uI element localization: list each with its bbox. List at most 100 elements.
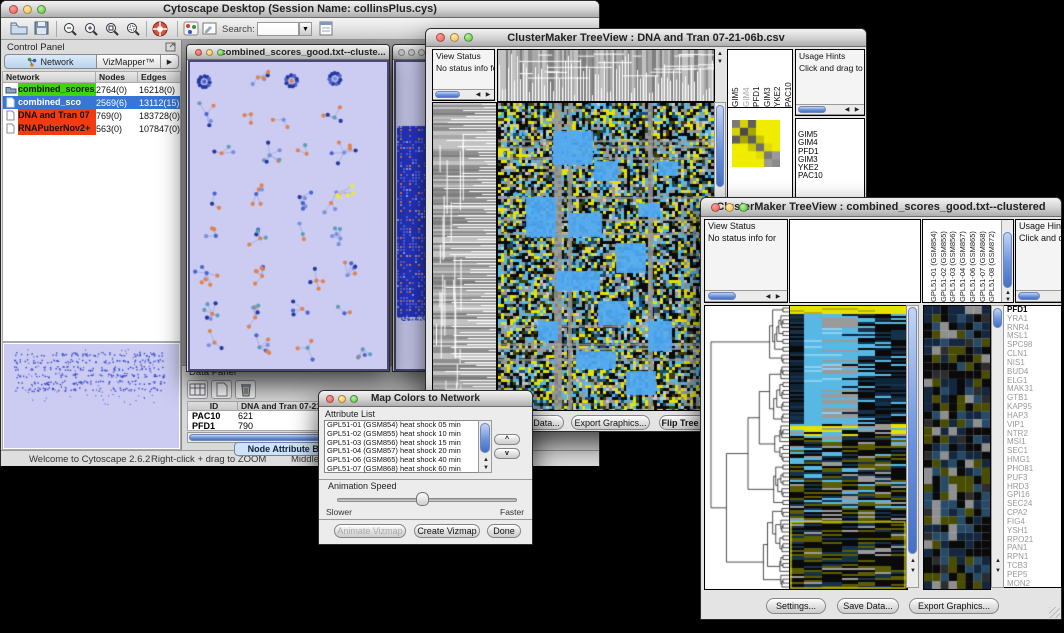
vizmap-nodes-icon[interactable] [183, 21, 199, 36]
gene-label[interactable]: NTR2 [1007, 430, 1061, 439]
create-vizmap-button[interactable]: Create Vizmap [414, 524, 480, 538]
gene-label[interactable]: SEC24 [1007, 500, 1061, 509]
zoom-fit-icon[interactable] [104, 21, 121, 37]
scrollbar-thumb[interactable] [798, 106, 826, 113]
table-row[interactable]: RNAPuberNov2+ 563(0) 107847(0) [3, 122, 180, 135]
col-label[interactable]: GPL51-06 (GSM865) [968, 220, 978, 302]
tv2-vscrollbar[interactable]: ▲ ▼ [906, 305, 919, 588]
gene-label[interactable]: PAN1 [1007, 544, 1061, 553]
scroll-left-icon[interactable]: ◀ [473, 92, 483, 99]
treeview2-titlebar[interactable]: ClusterMaker TreeView : combined_scores_… [701, 198, 1061, 217]
row-label[interactable]: PAC10 [798, 172, 864, 180]
gene-label[interactable]: CPA2 [1007, 509, 1061, 518]
gene-label[interactable]: CLN1 [1007, 350, 1061, 359]
animate-vizmap-button[interactable]: Animate Vizmap [334, 524, 406, 538]
treeview1-titlebar[interactable]: ClusterMaker TreeView : DNA and Tran 07-… [426, 29, 866, 47]
col-label[interactable]: YKE2 [773, 50, 784, 107]
open-file-icon[interactable] [10, 21, 28, 35]
close-button[interactable] [436, 33, 445, 42]
tv2-row-dendrogram[interactable] [704, 305, 790, 590]
table-row-selected[interactable]: combined_sco 2569(6) 13112(15) [3, 96, 180, 109]
attribute-list-item[interactable]: GPL51-07 (GSM868) heat shock 60 min [325, 465, 491, 474]
delete-attribute-button[interactable] [235, 380, 256, 399]
col-label[interactable]: GIM4 [742, 50, 753, 107]
tv2-heatmap[interactable] [789, 305, 908, 590]
col-label[interactable]: GPL51-03 (GSM856) [948, 220, 958, 302]
gene-label[interactable]: MSL1 [1007, 332, 1061, 341]
attribute-list-item[interactable]: GPL51-04 (GSM857) heat shock 20 min [325, 447, 491, 456]
scroll-up-icon[interactable]: ▲ [715, 51, 725, 58]
tab-more-button[interactable]: ▶ [161, 54, 179, 69]
zoom-in-icon[interactable] [83, 21, 100, 37]
column-header-network[interactable]: Network [3, 72, 96, 82]
gene-label[interactable]: SEC1 [1007, 447, 1061, 456]
close-button[interactable] [326, 395, 334, 403]
save-icon[interactable] [34, 21, 49, 35]
export-graphics-button[interactable]: Export Graphics... [909, 598, 999, 614]
gene-label[interactable]: PEP5 [1007, 571, 1061, 580]
gene-label[interactable]: PFD1 [1007, 306, 1061, 315]
gene-label[interactable]: PHO81 [1007, 465, 1061, 474]
column-header-nodes[interactable]: Nodes [96, 72, 138, 82]
tab-network[interactable]: Network [4, 54, 97, 69]
scroll-left-icon[interactable]: ◀ [763, 294, 773, 301]
col-label[interactable]: GPL51-01 (GSM854) [929, 220, 939, 302]
close-button[interactable] [9, 5, 18, 14]
scroll-up-icon[interactable]: ▲ [481, 457, 491, 464]
attribute-list-item[interactable]: GPL51-03 (GSM856) heat shock 15 min [325, 439, 491, 448]
float-panel-icon[interactable] [165, 41, 177, 52]
col-label[interactable]: GPL51-08 (GSM872) [987, 220, 997, 302]
move-down-button[interactable]: v [494, 448, 520, 459]
select-attributes-button[interactable] [187, 380, 208, 399]
attribute-list-item[interactable]: GPL51-01 (GSM854) heat shock 05 min [325, 421, 491, 430]
tv1-heatmap[interactable] [497, 102, 715, 411]
gene-label[interactable]: GPI16 [1007, 491, 1061, 500]
minimize-button[interactable] [23, 5, 32, 14]
annotation-icon[interactable] [202, 21, 218, 36]
attribute-list-item[interactable]: GPL51-02 (GSM855) heat shock 10 min [325, 430, 491, 439]
gene-label[interactable]: YSH1 [1007, 527, 1061, 536]
network-sheet-icon[interactable] [319, 21, 334, 36]
col-label[interactable]: PAC10 [784, 50, 793, 107]
table-row[interactable]: combined_scores_ 2764(0) 16218(0) [3, 83, 180, 96]
gene-label[interactable]: MAK31 [1007, 385, 1061, 394]
new-attribute-button[interactable] [211, 380, 232, 399]
gene-label[interactable]: BUD4 [1007, 368, 1061, 377]
scrollbar-thumb[interactable] [1018, 292, 1040, 300]
gene-label[interactable]: KAP95 [1007, 403, 1061, 412]
scroll-up-icon[interactable]: ▲ [908, 558, 918, 565]
col-label[interactable]: GIM5 [731, 50, 742, 107]
attribute-list-vscrollbar[interactable]: ▲ ▼ [478, 420, 492, 473]
tv2-usage-hscrollbar[interactable] [1016, 290, 1061, 302]
tv1-usage-hscrollbar[interactable]: ◀ ▶ [796, 104, 864, 115]
zoom-button[interactable] [217, 49, 224, 56]
gene-label[interactable]: NIS1 [1007, 359, 1061, 368]
gene-label[interactable]: GTB1 [1007, 394, 1061, 403]
gene-label[interactable]: MON2 [1007, 580, 1061, 588]
gene-label[interactable]: PUF3 [1007, 474, 1061, 483]
zoom-button[interactable] [464, 33, 473, 42]
gene-label[interactable]: HRD3 [1007, 483, 1061, 492]
table-row[interactable]: DNA and Tran 07 769(0) 183728(0) [3, 109, 180, 122]
scrollbar-thumb[interactable] [480, 423, 490, 453]
slider-thumb[interactable] [416, 492, 429, 506]
gene-label[interactable]: VIP1 [1007, 421, 1061, 430]
gene-label[interactable]: SPC98 [1007, 341, 1061, 350]
scroll-up-icon[interactable]: ▲ [1003, 290, 1013, 297]
main-titlebar[interactable]: Cytoscape Desktop (Session Name: collins… [1, 1, 599, 18]
scroll-up-icon[interactable]: ▲ [993, 558, 1003, 565]
close-button[interactable] [195, 49, 202, 56]
scroll-right-icon[interactable]: ▶ [773, 294, 783, 301]
scroll-down-icon[interactable]: ▼ [481, 465, 491, 472]
col-label[interactable]: GPL51-04 (GSM857) [958, 220, 968, 302]
minimize-button[interactable] [338, 395, 346, 403]
gene-label[interactable]: RPO21 [1007, 536, 1061, 545]
tv2-status-hscrollbar[interactable]: ◀ ▶ [705, 290, 787, 302]
zoom-button[interactable] [418, 49, 425, 56]
tv1-mini-heatmap[interactable] [732, 120, 780, 167]
help-lifesaver-icon[interactable] [151, 20, 169, 38]
zoom-button[interactable] [739, 203, 748, 212]
gene-label[interactable]: MSI1 [1007, 438, 1061, 447]
tv2-gene-vscrollbar[interactable]: ▲ ▼ [991, 305, 1004, 588]
zoom-selected-icon[interactable] [125, 21, 142, 37]
